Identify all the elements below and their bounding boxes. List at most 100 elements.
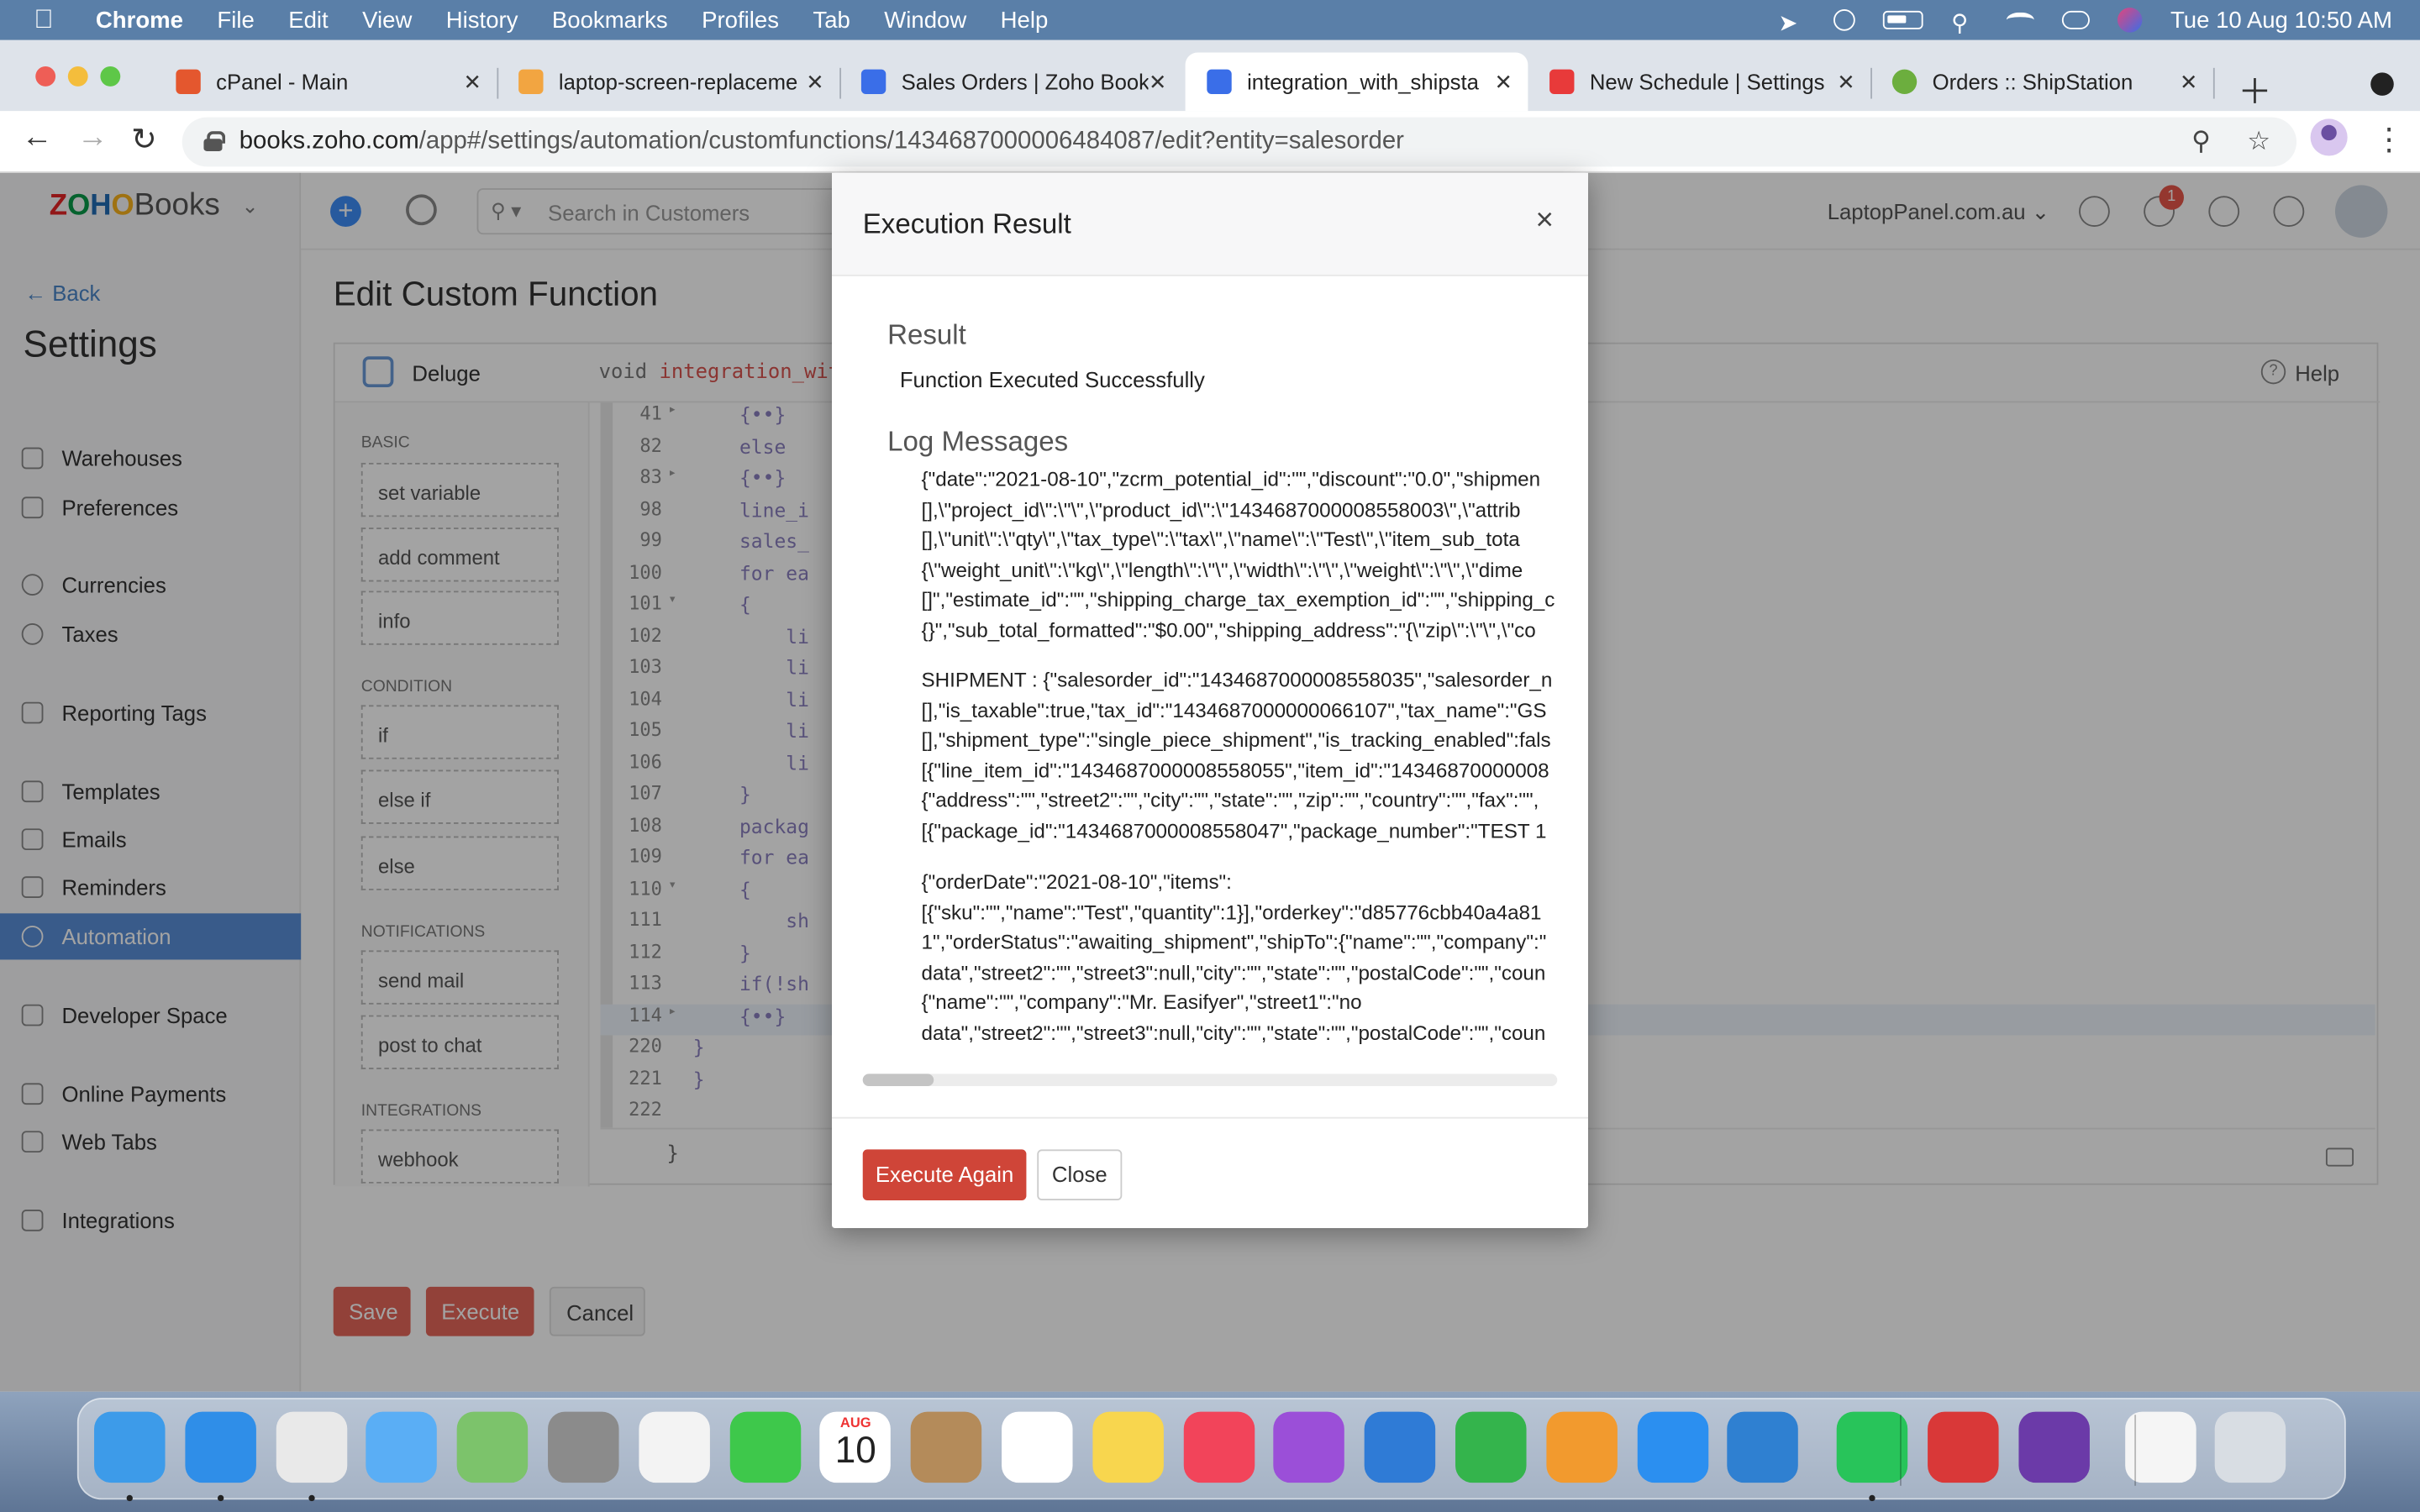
siri-icon[interactable] bbox=[2118, 8, 2143, 33]
mail-icon[interactable] bbox=[366, 1411, 438, 1483]
menu-help[interactable]: Help bbox=[1001, 7, 1049, 33]
tab-laptop-screen[interactable]: laptop-screen-replaceme ✕ bbox=[497, 52, 839, 111]
tab-label: integration_with_shipsta bbox=[1247, 69, 1479, 95]
tab-close-icon[interactable]: ✕ bbox=[806, 70, 824, 96]
photo-booth-icon[interactable] bbox=[1928, 1411, 1999, 1483]
address-url[interactable]: books.zoho.com/app#/settings/automation/… bbox=[239, 128, 1404, 155]
finder-icon[interactable] bbox=[94, 1411, 166, 1483]
menu-bookmarks[interactable]: Bookmarks bbox=[552, 7, 668, 33]
tab-strip: cPanel - Main ✕ laptop-screen-replaceme … bbox=[0, 39, 2420, 114]
tab-sales-orders[interactable]: Sales Orders | Zoho Book ✕ bbox=[839, 52, 1182, 111]
tab-new-schedule[interactable]: New Schedule | Settings ✕ bbox=[1528, 52, 1870, 111]
window-close-button[interactable] bbox=[35, 66, 56, 87]
vscode-icon[interactable] bbox=[1728, 1411, 1799, 1483]
app-store-icon[interactable] bbox=[1637, 1411, 1708, 1483]
menu-profiles[interactable]: Profiles bbox=[702, 7, 779, 33]
result-heading: Result bbox=[887, 319, 966, 350]
lock-icon[interactable] bbox=[203, 131, 226, 151]
whatsapp-icon[interactable] bbox=[1837, 1411, 1908, 1483]
close-icon[interactable]: × bbox=[1536, 203, 1554, 239]
spotlight-search-icon[interactable]: ⚲ bbox=[1951, 9, 1979, 37]
log-line: {}","sub_total_formatted":"$0.00","shipp… bbox=[921, 618, 1536, 643]
tab-search-menu-icon[interactable] bbox=[2370, 72, 2394, 96]
address-bar[interactable]: books.zoho.com/app#/settings/automation/… bbox=[182, 117, 2297, 167]
menu-view[interactable]: View bbox=[362, 7, 412, 33]
close-button[interactable]: Close bbox=[1037, 1149, 1123, 1200]
tab-cpanel[interactable]: cPanel - Main ✕ bbox=[155, 52, 497, 111]
battery-icon[interactable] bbox=[1883, 10, 1924, 29]
media-play-icon[interactable] bbox=[1833, 9, 1856, 31]
log-line: {"date":"2021-08-10","zcrm_potential_id"… bbox=[921, 467, 1541, 491]
calendar-month: AUG bbox=[839, 1415, 871, 1431]
photos-icon[interactable] bbox=[639, 1411, 710, 1483]
location-arrow-icon[interactable]: ➤ bbox=[1778, 9, 1806, 37]
menu-history[interactable]: History bbox=[446, 7, 518, 33]
tab-shipstation[interactable]: Orders :: ShipStation ✕ bbox=[1870, 52, 2213, 111]
menu-window[interactable]: Window bbox=[884, 7, 966, 33]
log-messages-panel[interactable]: {"date":"2021-08-10","zcrm_potential_id"… bbox=[863, 463, 1558, 1058]
reminders-icon[interactable] bbox=[1002, 1411, 1073, 1483]
tab-close-icon[interactable]: ✕ bbox=[1494, 70, 1512, 96]
tab-label: New Schedule | Settings bbox=[1589, 69, 1825, 95]
macos-dock: AUG 10 bbox=[76, 1398, 2346, 1502]
log-line: [],\"unit\":\"qty\",\"tax_type\":\"tax\"… bbox=[921, 528, 1520, 552]
log-line: {"address":"","street2":"","city":"","st… bbox=[921, 789, 1539, 812]
trash-icon[interactable] bbox=[2215, 1411, 2286, 1483]
browser-toolbar: ← → ↻ books.zoho.com/app#/settings/autom… bbox=[0, 111, 2420, 173]
back-arrow-icon[interactable]: ← bbox=[22, 120, 53, 155]
running-indicator-dot bbox=[217, 1494, 224, 1502]
log-line: {\"weight_unit\":\"kg\",\"length\":\"\",… bbox=[921, 558, 1523, 582]
window-minimize-button[interactable] bbox=[67, 66, 88, 87]
chrome-icon[interactable] bbox=[276, 1411, 347, 1483]
tor-icon[interactable] bbox=[2018, 1411, 2090, 1483]
menu-tab[interactable]: Tab bbox=[813, 7, 850, 33]
window-zoom-button[interactable] bbox=[100, 66, 121, 87]
apple-menu-icon[interactable]:  bbox=[34, 5, 67, 36]
menu-edit[interactable]: Edit bbox=[288, 7, 328, 33]
safari-icon[interactable] bbox=[185, 1411, 256, 1483]
new-tab-plus-icon[interactable]: ＋ bbox=[2238, 65, 2271, 114]
music-icon[interactable] bbox=[1183, 1411, 1255, 1483]
notes-icon[interactable] bbox=[1092, 1411, 1164, 1483]
keynote-icon[interactable] bbox=[1365, 1411, 1436, 1483]
calendar-icon[interactable]: AUG 10 bbox=[820, 1411, 892, 1483]
tab-close-icon[interactable]: ✕ bbox=[1149, 70, 1167, 96]
menu-file[interactable]: File bbox=[217, 7, 254, 33]
tab-close-icon[interactable]: ✕ bbox=[464, 70, 482, 96]
tab-integration-active[interactable]: integration_with_shipsta ✕ bbox=[1185, 52, 1528, 112]
log-line: data","street2":"","street3":null,"city"… bbox=[921, 1021, 1546, 1045]
forward-arrow-icon[interactable]: → bbox=[77, 120, 108, 155]
tab-close-icon[interactable]: ✕ bbox=[1837, 70, 1855, 96]
tab-close-icon[interactable]: ✕ bbox=[2180, 70, 2198, 96]
scrollbar-thumb[interactable] bbox=[862, 1074, 934, 1087]
url-path: /app#/settings/automation/customfunction… bbox=[418, 128, 1404, 155]
pages-icon[interactable] bbox=[1546, 1411, 1618, 1483]
execute-again-button[interactable]: Execute Again bbox=[862, 1149, 1027, 1200]
podcasts-icon[interactable] bbox=[1274, 1411, 1345, 1483]
macos-menubar:  Chrome File Edit View History Bookmark… bbox=[0, 0, 2420, 40]
reload-icon[interactable]: ↻ bbox=[131, 120, 157, 159]
profile-avatar-icon[interactable] bbox=[2310, 118, 2348, 156]
facetime-icon[interactable] bbox=[729, 1411, 801, 1483]
wifi-icon[interactable] bbox=[2007, 12, 2035, 28]
dialog-title: Execution Result bbox=[862, 207, 1071, 239]
log-line: [{"line_item_id":"1434687000008558055","… bbox=[921, 759, 1549, 782]
calendar-day: 10 bbox=[834, 1430, 876, 1473]
log-line: 1","orderStatus":"awaiting_shipment","sh… bbox=[921, 930, 1547, 954]
chrome-menu-icon[interactable]: ⋮ bbox=[2374, 120, 2405, 159]
maps-icon[interactable] bbox=[457, 1411, 529, 1483]
menubar-clock[interactable]: Tue 10 Aug 10:50 AM bbox=[2170, 7, 2392, 33]
log-horizontal-scrollbar[interactable] bbox=[862, 1074, 1558, 1087]
control-center-icon[interactable] bbox=[2062, 10, 2091, 29]
bookmark-star-icon[interactable]: ☆ bbox=[2247, 127, 2270, 158]
zoom-magnifier-icon[interactable]: ⚲ bbox=[2191, 127, 2211, 158]
contacts-icon[interactable] bbox=[911, 1411, 982, 1483]
menu-app-name[interactable]: Chrome bbox=[96, 7, 183, 33]
system-preferences-icon[interactable] bbox=[548, 1411, 619, 1483]
numbers-icon[interactable] bbox=[1455, 1411, 1527, 1483]
dialog-footer: Execute Again Close bbox=[831, 1116, 1588, 1228]
log-line: [{"sku":"","name":"Test","quantity":1}],… bbox=[921, 900, 1542, 924]
log-line: {"orderDate":"2021-08-10","items": bbox=[921, 869, 1232, 894]
log-line: {"name":"","company":"Mr. Easifyer","str… bbox=[921, 990, 1362, 1015]
dock-separator bbox=[1900, 1415, 1902, 1486]
